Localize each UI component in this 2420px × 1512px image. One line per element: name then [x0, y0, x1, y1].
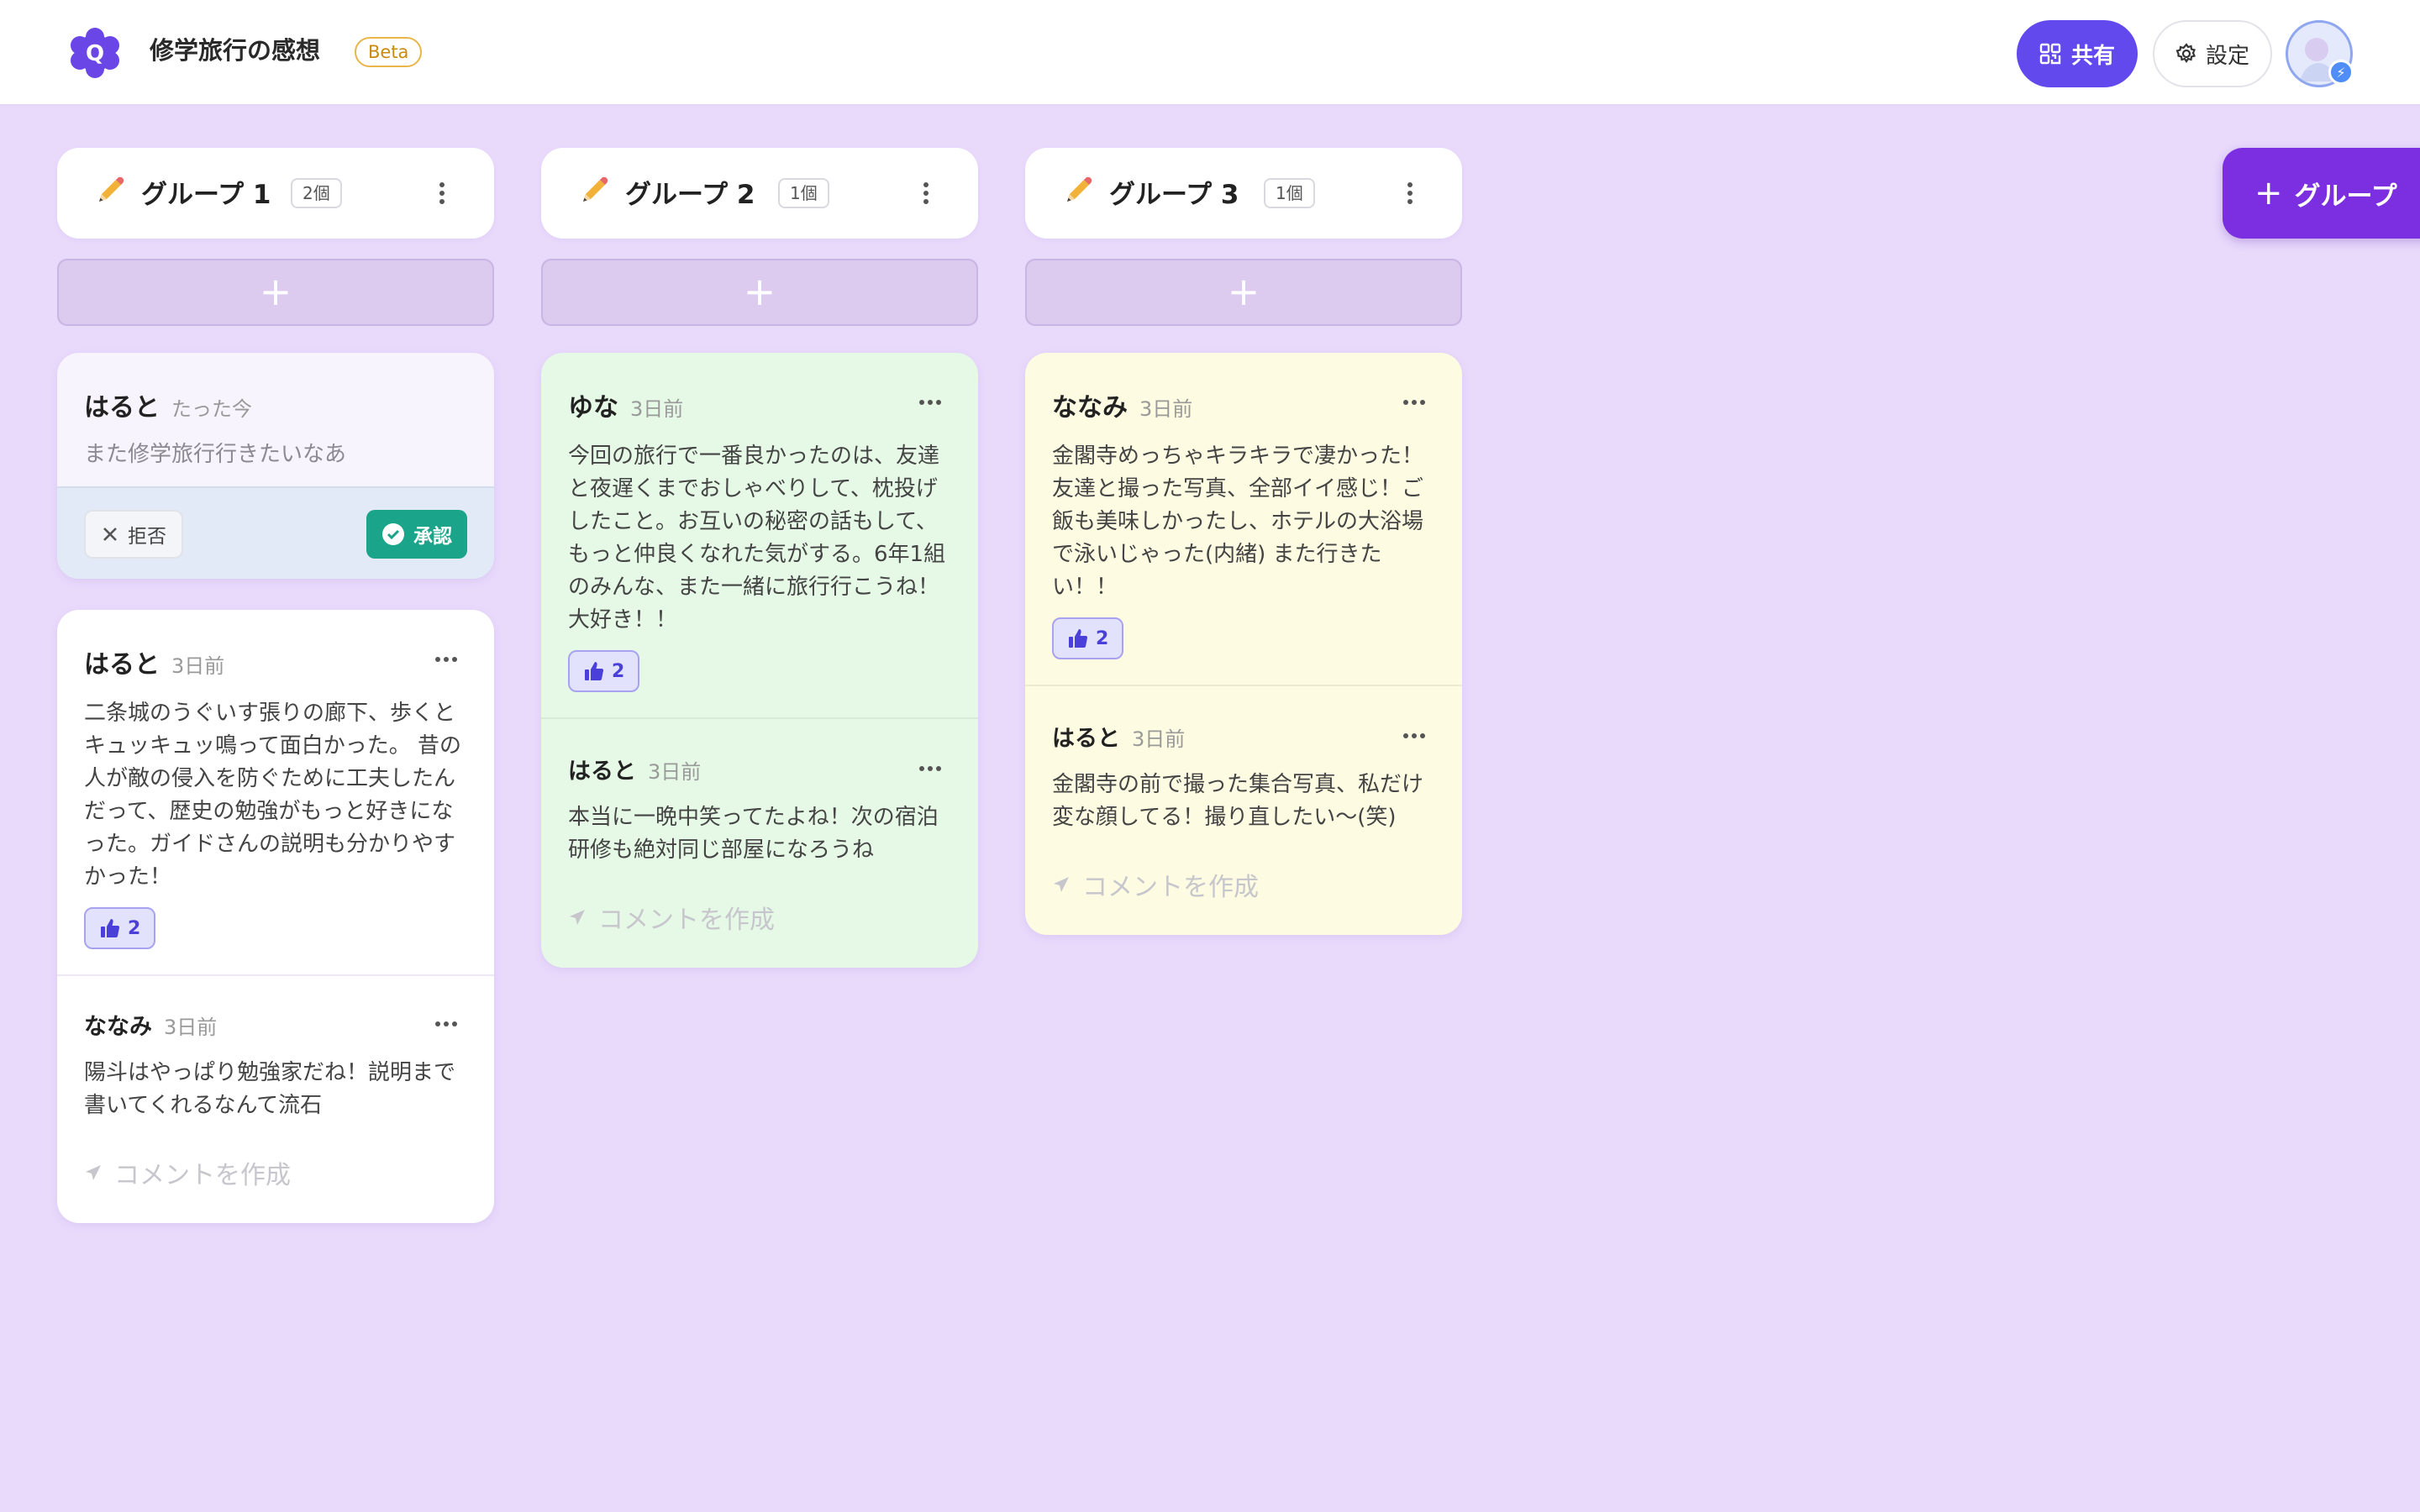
share-label: 共有	[2070, 43, 2115, 69]
send-icon	[86, 1165, 101, 1180]
comment-placeholder: コメントを作成	[1082, 873, 1259, 902]
user-avatar[interactable]: ⚡	[2286, 20, 2354, 87]
add-group-button[interactable]: + グループ	[2223, 148, 2420, 239]
page-title: 修学旅行の感想	[150, 36, 321, 65]
comment-time: 3日前	[648, 760, 702, 784]
post-author: はると	[84, 393, 160, 423]
group-name[interactable]: グループ 2	[625, 173, 755, 211]
ellipsis-icon[interactable]	[918, 398, 943, 407]
post-card: ななみ 3日前 金閣寺めっちゃキラキラで凄かった！友達と撮った写真、全部イイ感じ…	[1025, 353, 1462, 935]
kebab-icon[interactable]	[918, 178, 934, 208]
comment-placeholder: コメントを作成	[114, 1161, 291, 1190]
post-time: たった今	[171, 397, 252, 421]
group-count-badge: 1個	[778, 178, 829, 208]
group-count-badge: 2個	[291, 178, 342, 208]
ellipsis-icon[interactable]	[918, 764, 943, 773]
kebab-icon[interactable]	[434, 178, 450, 208]
reject-button[interactable]: 拒否	[84, 510, 183, 559]
add-post-button[interactable]: +	[57, 259, 494, 326]
comment-input[interactable]: コメントを作成	[541, 867, 978, 968]
comment-author: はると	[1052, 726, 1120, 752]
ellipsis-icon[interactable]	[1402, 398, 1427, 407]
comment-author: はると	[568, 759, 636, 785]
add-post-button[interactable]: +	[541, 259, 978, 326]
post-text: 二条城のうぐいす張りの廊下、歩くとキュッキュッ鳴って面白かった。 昔の人が敵の侵…	[84, 701, 461, 890]
group-count-badge: 1個	[1264, 178, 1315, 208]
like-button[interactable]: 2	[84, 907, 156, 949]
qr-code-icon	[2039, 43, 2061, 65]
post-card: ゆな 3日前 今回の旅行で一番良かったのは、友達と夜遅くまでおしゃべりして、枕投…	[541, 353, 978, 968]
pending-post-card: はると たった今 また修学旅行行きたいなあ 拒否 承認	[57, 353, 494, 579]
kebab-icon[interactable]	[1402, 178, 1418, 208]
pencil-icon[interactable]	[92, 175, 126, 208]
comment-text: 金閣寺の前で撮った集合写真、私だけ変な顔してる！撮り直したい〜(笑)	[1052, 772, 1424, 830]
post-text: 金閣寺めっちゃキラキラで凄かった！友達と撮った写真、全部イイ感じ！ご飯も美味しか…	[1052, 444, 1424, 600]
post-card: はると 3日前 二条城のうぐいす張りの廊下、歩くとキュッキュッ鳴って面白かった。…	[57, 610, 494, 1223]
comment-text: 本当に一晩中笑ってたよね！次の宿泊研修も絶対同じ部屋になろうね	[568, 805, 939, 863]
plus-icon: +	[259, 269, 292, 314]
post-time: 3日前	[630, 397, 684, 421]
add-group-label: グループ	[2294, 181, 2397, 212]
share-button[interactable]: 共有	[2017, 20, 2138, 87]
thumbs-up-icon	[1069, 629, 1088, 648]
comment-time: 3日前	[164, 1016, 218, 1039]
gear-icon	[2175, 43, 2196, 63]
comment-author: ななみ	[84, 1014, 152, 1040]
settings-button[interactable]: 設定	[2153, 20, 2272, 87]
post-text: また修学旅行行きたいなあ	[84, 442, 347, 467]
like-button[interactable]: 2	[1052, 617, 1124, 659]
settings-label: 設定	[2205, 43, 2249, 69]
ellipsis-icon[interactable]	[434, 1020, 459, 1028]
thumbs-up-icon	[585, 662, 604, 680]
like-count: 2	[1096, 627, 1109, 649]
like-button[interactable]: 2	[568, 650, 640, 692]
approve-label: 承認	[413, 526, 452, 548]
thumbs-up-icon	[101, 919, 120, 937]
svg-text:Q: Q	[86, 41, 104, 66]
reject-label: 拒否	[128, 526, 166, 548]
like-count: 2	[612, 660, 625, 682]
approve-button[interactable]: 承認	[366, 510, 467, 559]
lightning-badge-icon: ⚡	[2328, 60, 2354, 85]
group-header: グループ 1 2個	[57, 148, 494, 239]
post-time: 3日前	[1139, 397, 1193, 421]
plus-icon: +	[1227, 269, 1260, 314]
comment-time: 3日前	[1132, 727, 1186, 751]
q-logo-icon[interactable]: Q	[69, 27, 121, 79]
group-name[interactable]: グループ 1	[141, 173, 271, 211]
close-icon	[103, 528, 117, 541]
plus-icon: +	[2254, 174, 2283, 213]
plus-icon: +	[743, 269, 776, 314]
pending-actions: 拒否 承認	[57, 486, 494, 579]
group-header: グループ 3 1個	[1025, 148, 1462, 239]
post-time: 3日前	[171, 654, 225, 678]
check-circle-icon	[382, 523, 404, 545]
send-icon	[570, 910, 585, 925]
pencil-icon[interactable]	[1060, 175, 1094, 208]
post-text: 今回の旅行で一番良かったのは、友達と夜遅くまでおしゃべりして、枕投げしたこと。お…	[568, 444, 946, 633]
comment-placeholder: コメントを作成	[598, 906, 775, 935]
comment-input[interactable]: コメントを作成	[57, 1122, 494, 1223]
group-name[interactable]: グループ 3	[1109, 173, 1239, 211]
ellipsis-icon[interactable]	[1402, 732, 1427, 740]
comment-text: 陽斗はやっぱり勉強家だね！説明まで書いてくれるなんて流石	[84, 1060, 456, 1118]
post-author: ななみ	[1052, 393, 1128, 423]
ellipsis-icon[interactable]	[434, 655, 459, 664]
send-icon	[1054, 877, 1069, 892]
add-post-button[interactable]: +	[1025, 259, 1462, 326]
top-bar: Q 修学旅行の感想 Beta 共有 設定 ⚡	[0, 0, 2420, 106]
post-author: ゆな	[568, 393, 618, 423]
comment-input[interactable]: コメントを作成	[1025, 834, 1462, 935]
beta-badge: Beta	[355, 37, 423, 67]
pencil-icon[interactable]	[576, 175, 610, 208]
post-author: はると	[84, 650, 160, 680]
group-header: グループ 2 1個	[541, 148, 978, 239]
like-count: 2	[128, 917, 141, 939]
